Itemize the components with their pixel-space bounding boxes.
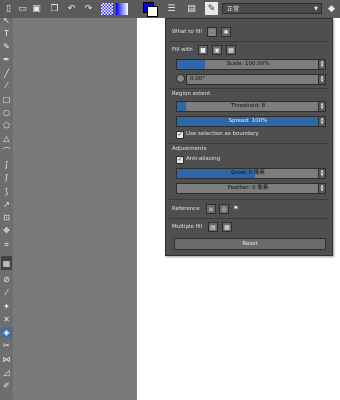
spread-slider[interactable]: Spread: 100% (176, 116, 320, 127)
angle-spinner[interactable]: ▲ ▼ (318, 74, 326, 85)
undo-icon[interactable]: ↶ (65, 2, 78, 15)
lasso-tool-icon[interactable]: ✂ (1, 340, 12, 351)
eyedropper-tool-icon[interactable]: ⁄ (1, 287, 12, 298)
blend-mode-select[interactable]: 正常 ▼ (222, 3, 322, 14)
angle-input[interactable]: 0.00° (186, 74, 320, 85)
redo-icon[interactable]: ↷ (82, 2, 95, 15)
fill-region-icon[interactable]: ⬚ (207, 27, 217, 37)
use-selection-label: Use selection as boundary (186, 131, 259, 137)
anti-aliasing-checkbox[interactable]: ✓ (176, 156, 184, 164)
divider (169, 218, 329, 219)
layer-panel-icon[interactable]: ▤ (185, 2, 198, 15)
layers-icon[interactable]: ☰ (165, 2, 178, 15)
bezier-tool-icon[interactable]: ∫ (1, 159, 12, 170)
spread-text: Spread: 100% (228, 118, 268, 124)
scale-text: Scale: 100.00% (226, 61, 270, 67)
reset-button[interactable]: Reset (174, 238, 326, 250)
angle-text: 0.00° (190, 76, 205, 82)
eraser-icon[interactable]: ◆ (325, 2, 338, 15)
reference-layer-icon[interactable]: ◎ (219, 204, 229, 214)
blend-mode-value: 正常 (227, 6, 240, 13)
threshold-text: Threshold: 8 (230, 103, 266, 109)
fill-layer-icon[interactable]: ▣ (212, 45, 222, 55)
freehand-tool-icon[interactable]: ʃ (1, 172, 12, 183)
gradient-swatch-icon[interactable] (115, 2, 128, 15)
feather-slider[interactable]: Feather: 0 像素 (176, 183, 320, 194)
dither-icon[interactable] (100, 2, 113, 15)
curve-tool-icon[interactable]: ⌒ (1, 146, 12, 157)
fill-similar-color-icon[interactable]: ✱ (221, 27, 231, 37)
copy-icon[interactable]: ❐ (48, 2, 61, 15)
arrow-tool-icon[interactable]: ↗ (1, 199, 12, 210)
color-swatches[interactable] (142, 2, 158, 17)
cross-tool-icon[interactable]: ✕ (1, 314, 12, 325)
smudge-tool-icon[interactable]: ⊘ (1, 274, 12, 285)
what-to-fill-label: What to fill (172, 29, 202, 35)
save-icon[interactable]: ▣ (30, 2, 43, 15)
paint-tool-icon[interactable]: ✒ (1, 54, 12, 65)
line-tool-icon[interactable]: ⁄ (1, 80, 12, 91)
gradient-tool-icon[interactable]: ▦ (1, 256, 12, 270)
brush-style-icon[interactable]: ✎ (205, 2, 218, 15)
canvas-gray-area[interactable] (13, 18, 137, 400)
fill-with-label: Fill with (172, 47, 193, 53)
perspective-tool-icon[interactable]: ⌗ (1, 239, 12, 250)
new-layer-icon[interactable]: ▭ (16, 2, 29, 15)
multiple-fill-label: Multiple fill (172, 224, 203, 230)
divider (169, 143, 329, 144)
reference-label: Reference (172, 206, 200, 212)
grow-text: Grow: 0 像素 (231, 170, 265, 176)
text-tool-icon[interactable]: T (1, 28, 12, 39)
pin-tool-icon[interactable]: ✐ (1, 380, 12, 391)
polygon-tool-icon[interactable]: ⬠ (1, 120, 12, 131)
rectangle-tool-icon[interactable]: □ (1, 94, 12, 105)
divider (169, 88, 329, 89)
scale-slider[interactable]: Scale: 100.00% (176, 59, 320, 70)
secondary-color-swatch[interactable] (147, 6, 158, 17)
feather-text: Feather: 0 像素 (227, 185, 269, 191)
crop-tool-icon[interactable]: ⊡ (1, 212, 12, 223)
threshold-spinner[interactable]: ▲ ▼ (318, 101, 326, 112)
anti-aliasing-label: Anti-aliasing (186, 156, 221, 162)
multiple-fill-option-1-icon[interactable]: ▤ (208, 222, 218, 232)
new-document-icon[interactable]: ▯ (2, 2, 15, 15)
fill-options-panel: What to fill ⬚ ✱ Fill with ■ ▣ ▦ Scale: … (165, 18, 333, 256)
feather-spinner[interactable]: ▲ ▼ (318, 183, 326, 194)
magic-wand-tool-icon[interactable]: ⋈ (1, 354, 12, 365)
transform-tool-icon[interactable]: ✥ (1, 225, 12, 236)
polyline-tool-icon[interactable]: △ (1, 133, 12, 144)
use-selection-checkbox[interactable]: ✓ (176, 131, 184, 139)
sparkle-tool-icon[interactable]: ✦ (1, 301, 12, 312)
threshold-slider[interactable]: Threshold: 8 (176, 101, 320, 112)
adjustments-label: Adjustments (172, 146, 207, 152)
multiple-fill-option-2-icon[interactable]: ▦ (222, 222, 232, 232)
grow-slider[interactable]: Grow: 0 像素 (176, 168, 320, 179)
measure-tool-icon[interactable]: ◿ (1, 367, 12, 378)
fill-solid-icon[interactable]: ■ (198, 45, 208, 55)
spread-spinner[interactable]: ▲ ▼ (318, 116, 326, 127)
fill-tool-icon[interactable]: ◈ (1, 327, 12, 338)
grow-spinner[interactable]: ▲ ▼ (318, 168, 326, 179)
reference-tag-icon[interactable]: ⚑ (232, 204, 240, 212)
divider (169, 41, 329, 42)
tool-strip: ↖ T ✎ ✒ ╱ ⁄ □ ○ ⬠ △ ⌒ ∫ ʃ ⟆ ↗ ⊡ ✥ ⌗ ▦ ⊘ … (0, 15, 14, 400)
brush-tool-icon[interactable]: ╱ (1, 68, 12, 79)
angle-dial-icon[interactable] (176, 74, 185, 83)
move-icon[interactable]: ↖ (1, 15, 12, 26)
fill-pattern-icon[interactable]: ▦ (226, 45, 236, 55)
reference-all-layers-icon[interactable]: ≡ (206, 204, 216, 214)
pen-tool-icon[interactable]: ✎ (1, 41, 12, 52)
spline-tool-icon[interactable]: ⟆ (1, 186, 12, 197)
ellipse-tool-icon[interactable]: ○ (1, 107, 12, 118)
chevron-down-icon: ▼ (314, 6, 318, 12)
region-extent-label: Region extent (172, 91, 211, 97)
scale-spinner[interactable]: ▲ ▼ (318, 59, 326, 70)
top-toolbar: ▯ ▭ ▣ ❐ ↶ ↷ ☰ ▤ ✎ 正常 ▼ ◆ (0, 0, 340, 19)
divider (169, 199, 329, 200)
